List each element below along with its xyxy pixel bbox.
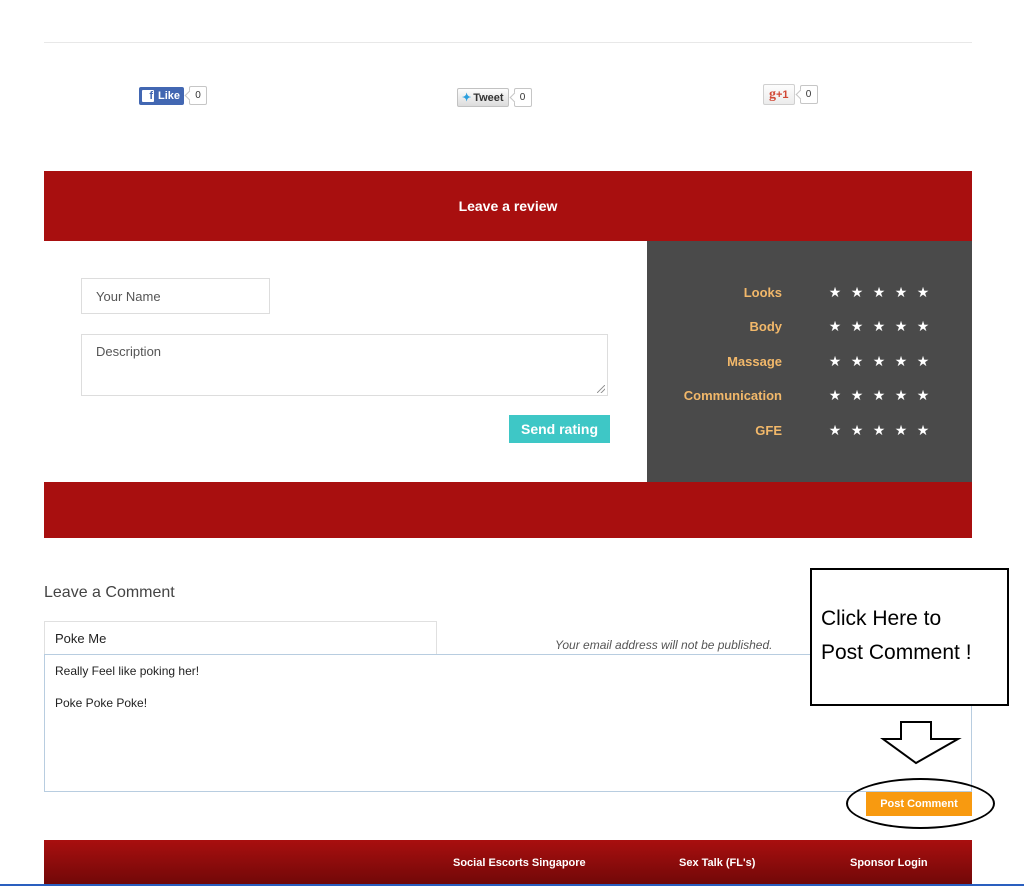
google-plus-one-button[interactable]: g +1 — [763, 84, 795, 105]
facebook-like-button[interactable]: f Like — [139, 86, 185, 105]
footer-link-sex-talk[interactable]: Sex Talk (FL's) — [679, 857, 755, 869]
comment-name-value: Poke Me — [55, 630, 107, 646]
star-rating[interactable]: ★ ★ ★ ★ ★ — [827, 422, 931, 439]
star-icon[interactable]: ★ — [849, 422, 865, 439]
star-icon[interactable]: ★ — [915, 284, 931, 301]
site-footer: Social Escorts Singapore Sex Talk (FL's)… — [44, 840, 972, 886]
star-icon[interactable]: ★ — [849, 284, 865, 301]
rating-row-communication: Communication ★ ★ ★ ★ ★ — [647, 385, 972, 405]
facebook-like-label: Like — [158, 89, 181, 102]
star-icon[interactable]: ★ — [893, 353, 909, 370]
star-icon[interactable]: ★ — [849, 387, 865, 404]
star-icon[interactable]: ★ — [827, 318, 843, 335]
email-privacy-note: Your email address will not be published… — [555, 638, 773, 652]
google-plus-share[interactable]: g +1 0 — [763, 84, 818, 105]
facebook-icon: f — [142, 89, 154, 102]
review-form: Your Name Description Send rating — [44, 241, 647, 482]
star-rating[interactable]: ★ ★ ★ ★ ★ — [827, 318, 931, 335]
resize-grip-icon[interactable] — [597, 385, 605, 393]
review-name-placeholder: Your Name — [96, 288, 161, 304]
star-icon[interactable]: ★ — [849, 318, 865, 335]
comment-name-field[interactable]: Poke Me — [44, 621, 437, 654]
star-icon[interactable]: ★ — [871, 422, 887, 439]
star-icon[interactable]: ★ — [827, 387, 843, 404]
rating-row-looks: Looks ★ ★ ★ ★ ★ — [647, 282, 972, 302]
google-g-icon: g — [769, 86, 776, 102]
star-icon[interactable]: ★ — [893, 422, 909, 439]
star-icon[interactable]: ★ — [827, 353, 843, 370]
star-icon[interactable]: ★ — [915, 422, 931, 439]
star-icon[interactable]: ★ — [915, 353, 931, 370]
facebook-like-count: 0 — [189, 86, 208, 105]
comment-section-title: Leave a Comment — [44, 584, 175, 601]
review-description-placeholder: Description — [96, 344, 162, 359]
star-icon[interactable]: ★ — [871, 353, 887, 370]
rating-row-body: Body ★ ★ ★ ★ ★ — [647, 316, 972, 336]
tweet-label: Tweet — [473, 91, 504, 104]
annotation-line: Post Comment ! — [821, 641, 972, 664]
google-plus-one-count: 0 — [799, 85, 818, 104]
tweet-count: 0 — [513, 88, 532, 107]
rating-row-massage: Massage ★ ★ ★ ★ ★ — [647, 351, 972, 371]
star-icon[interactable]: ★ — [893, 387, 909, 404]
star-icon[interactable]: ★ — [871, 318, 887, 335]
twitter-share[interactable]: ✦ Tweet 0 — [457, 88, 532, 107]
star-icon[interactable]: ★ — [827, 284, 843, 301]
star-icon[interactable]: ★ — [871, 387, 887, 404]
star-icon[interactable]: ★ — [915, 387, 931, 404]
twitter-bird-icon: ✦ — [462, 92, 472, 104]
annotation-line: Click Here to — [821, 607, 942, 630]
star-icon[interactable]: ★ — [871, 284, 887, 301]
google-plus-one-label: +1 — [776, 88, 789, 101]
annotation-callout: Click Here to Post Comment ! — [810, 568, 1009, 706]
send-rating-button[interactable]: Send rating — [509, 415, 610, 443]
star-icon[interactable]: ★ — [893, 318, 909, 335]
star-rating[interactable]: ★ ★ ★ ★ ★ — [827, 353, 931, 370]
rating-panel: Looks ★ ★ ★ ★ ★ Body ★ ★ ★ ★ ★ Massage ★ ★ ★ ★ ★ Com… — [647, 241, 972, 482]
top-divider — [44, 42, 972, 43]
star-rating[interactable]: ★ ★ ★ ★ ★ — [827, 387, 931, 404]
star-icon[interactable]: ★ — [893, 284, 909, 301]
footer-link-sponsor-login[interactable]: Sponsor Login — [850, 857, 928, 869]
footer-link-social-escorts[interactable]: Social Escorts Singapore — [453, 857, 586, 869]
highlight-ellipse — [846, 778, 995, 829]
star-icon[interactable]: ★ — [849, 353, 865, 370]
facebook-share[interactable]: f Like 0 — [139, 86, 208, 105]
tweet-button[interactable]: ✦ Tweet — [457, 88, 509, 107]
review-footer-band — [44, 482, 972, 538]
review-title: Leave a review — [458, 198, 558, 214]
review-name-input[interactable]: Your Name — [81, 278, 270, 314]
review-header: Leave a review — [44, 171, 972, 241]
star-icon[interactable]: ★ — [827, 422, 843, 439]
rating-label: Looks — [743, 284, 782, 300]
review-description-input[interactable]: Description — [81, 334, 608, 396]
down-arrow-icon — [880, 721, 962, 765]
rating-label: Communication — [683, 387, 782, 403]
rating-row-gfe: GFE ★ ★ ★ ★ ★ — [647, 420, 972, 440]
star-rating[interactable]: ★ ★ ★ ★ ★ — [827, 284, 931, 301]
star-icon[interactable]: ★ — [915, 318, 931, 335]
rating-label: GFE — [755, 422, 782, 438]
rating-label: Massage — [727, 353, 782, 369]
rating-label: Body — [749, 318, 783, 334]
